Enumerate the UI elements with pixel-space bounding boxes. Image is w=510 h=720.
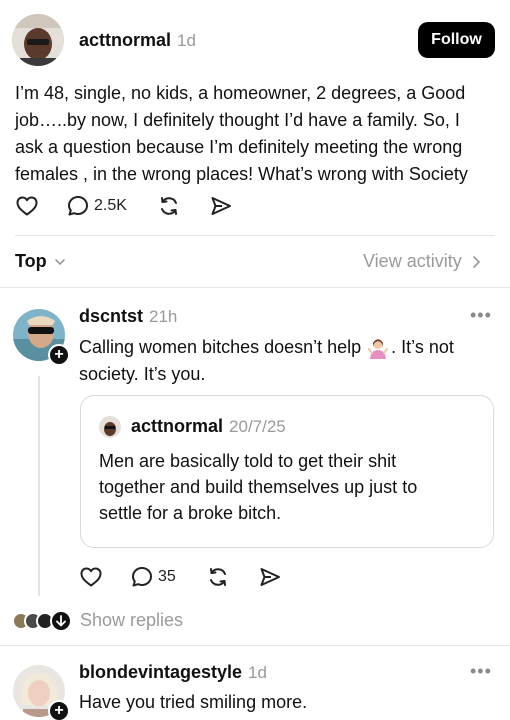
reply-avatars-stack[interactable]: [12, 610, 72, 632]
share-icon: [211, 197, 231, 215]
avatar-image: [12, 14, 64, 66]
sort-label: Top: [15, 251, 47, 271]
divider: [0, 287, 510, 288]
follow-button-label: Follow: [431, 31, 482, 48]
comment-count: 2.5K: [94, 197, 127, 214]
quoted-post-time: 20/7/25: [229, 417, 286, 436]
divider: [15, 235, 495, 236]
divider: [0, 645, 510, 646]
comment-button[interactable]: 35: [130, 565, 176, 589]
show-replies-link[interactable]: Show replies: [80, 610, 183, 631]
share-icon: [260, 568, 280, 586]
post-body-line: job…..by now, I definitely thought I’d h…: [15, 110, 460, 130]
more-options-icon[interactable]: •••: [470, 661, 492, 682]
reply-time: 1d: [248, 663, 267, 682]
reply-author-username[interactable]: dscntst: [79, 306, 143, 327]
heart-icon: [80, 567, 102, 587]
reply-author-username[interactable]: blondevintagestyle: [79, 662, 242, 683]
quoted-post-card[interactable]: acttnormal 20/7/25 Men are basically tol…: [80, 395, 494, 548]
quoted-body-line: settle for a broke bitch.: [99, 503, 282, 523]
quoted-author-username: acttnormal: [131, 416, 224, 436]
like-button[interactable]: [78, 565, 104, 589]
like-button[interactable]: [14, 194, 40, 218]
more-options-icon[interactable]: •••: [470, 305, 492, 326]
repost-icon: [210, 568, 226, 586]
post-author-username[interactable]: acttnormal: [79, 30, 171, 51]
comment-button[interactable]: 2.5K: [66, 194, 127, 218]
quoted-body-line: Men are basically told to get their shit: [99, 451, 397, 471]
reply-body-text: . It’s not: [391, 337, 454, 357]
repost-button[interactable]: [157, 194, 181, 218]
reply-time: 21h: [149, 307, 178, 326]
comment-icon: [132, 567, 152, 587]
reply-body: Calling women bitches doesn’t help . It’…: [79, 334, 499, 388]
view-activity-label: View activity: [363, 251, 462, 271]
thread-line: [38, 376, 40, 596]
heart-icon: [16, 196, 38, 216]
arrow-down-icon: [50, 610, 72, 632]
post-author-avatar[interactable]: [12, 14, 64, 66]
post-time: 1d: [177, 31, 196, 50]
reply-body-text: Have you tried smiling more.: [79, 692, 308, 712]
repost-button[interactable]: [206, 565, 230, 589]
quoted-post-body: Men are basically told to get their shit…: [99, 448, 489, 526]
comment-count: 35: [158, 568, 176, 585]
post-body-line: females , in the wrong places! What’s wr…: [15, 164, 468, 184]
post-body-line: ask a question because I’m definitely me…: [15, 137, 463, 157]
avatar-image: [99, 416, 121, 438]
sort-dropdown[interactable]: Top: [15, 251, 67, 272]
repost-icon: [161, 197, 177, 215]
post-body-line: I’m 48, single, no kids, a homeowner, 2 …: [15, 83, 466, 103]
follow-plus-icon[interactable]: +: [48, 700, 70, 720]
share-button[interactable]: [258, 565, 282, 589]
follow-button[interactable]: Follow: [418, 22, 495, 58]
post-body: I’m 48, single, no kids, a homeowner, 2 …: [15, 80, 505, 188]
comment-icon: [68, 196, 88, 216]
woman-shrugging-emoji-icon: [368, 338, 389, 359]
reply-body-text: society. It’s you.: [79, 364, 206, 384]
follow-plus-icon[interactable]: +: [48, 344, 70, 366]
chevron-right-icon: [472, 255, 480, 268]
view-activity-link[interactable]: View activity: [363, 251, 484, 272]
quoted-body-line: together and build themselves up just to: [99, 477, 418, 497]
share-button[interactable]: [209, 194, 233, 218]
quoted-author-avatar: [99, 416, 121, 438]
chevron-down-icon: [54, 258, 65, 265]
reply-body-text: Calling women bitches doesn’t help: [79, 337, 362, 357]
